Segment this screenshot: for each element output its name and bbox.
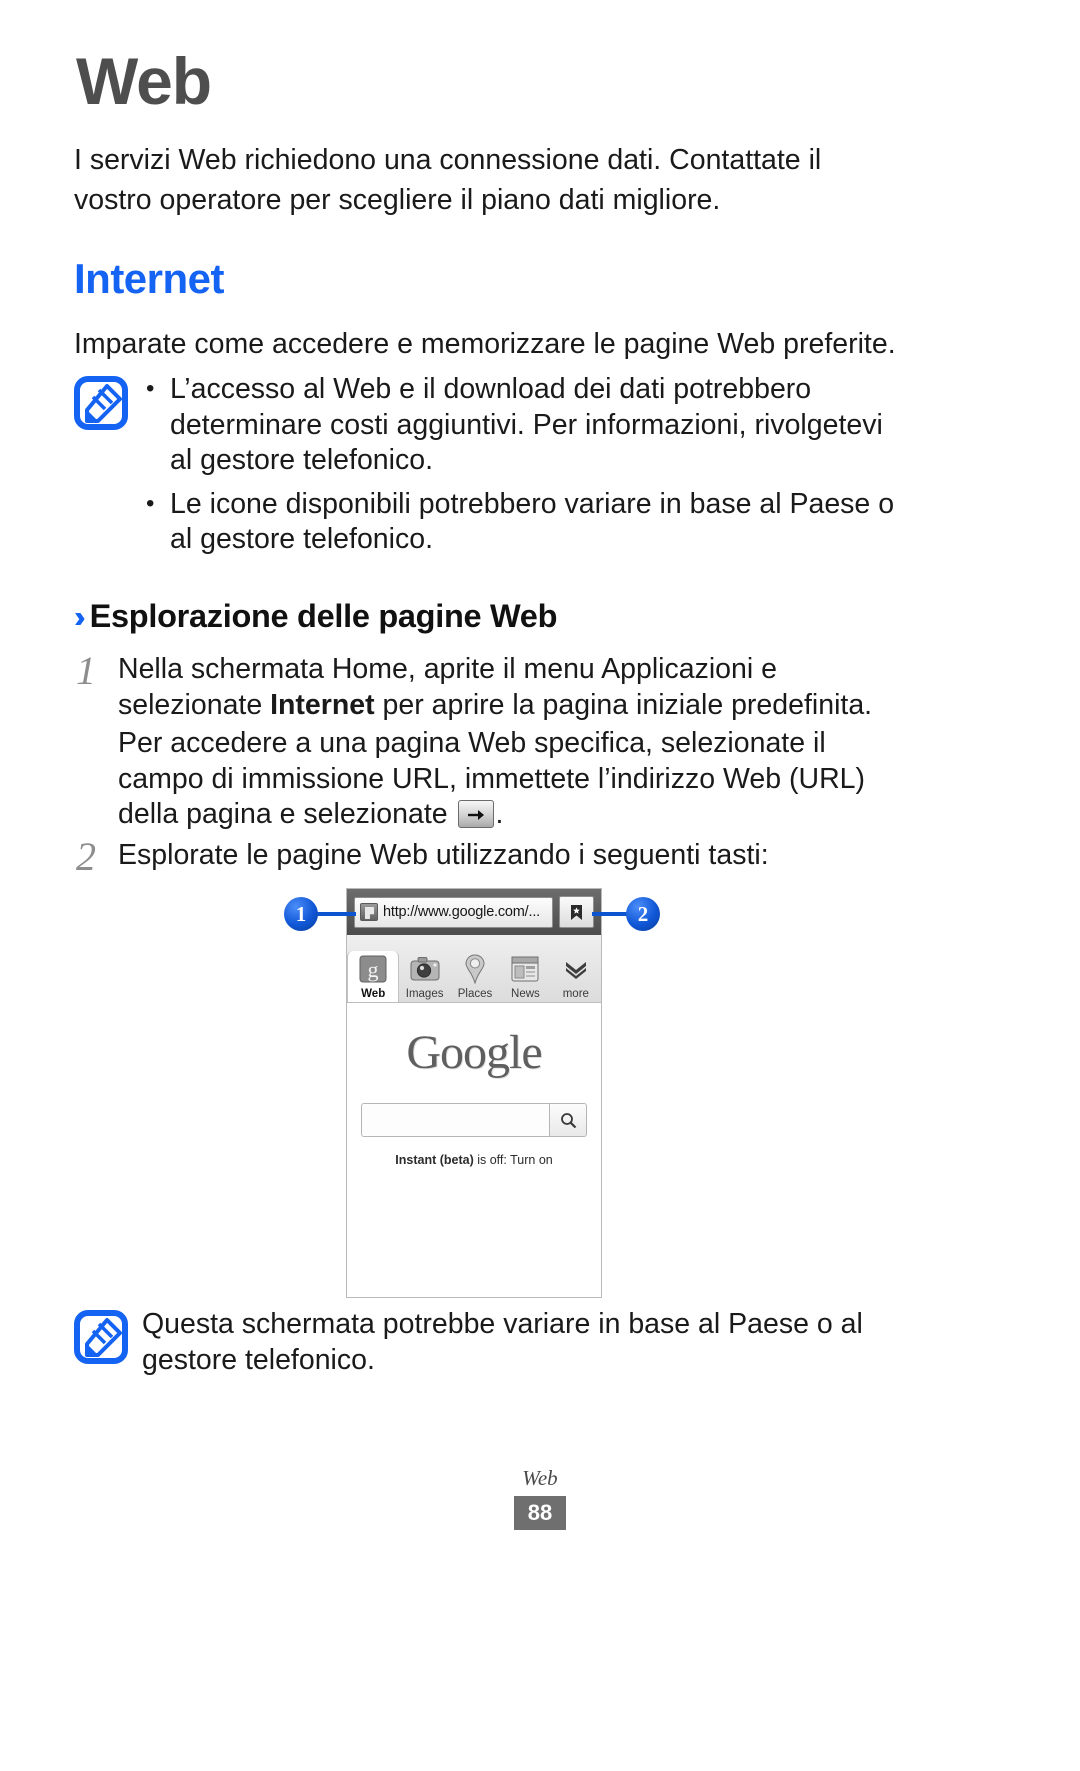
url-text: http://www.google.com/... (383, 904, 540, 920)
section-heading-internet: Internet (74, 255, 225, 302)
tab-images[interactable]: Images (399, 951, 449, 1002)
note-pencil-icon (74, 376, 128, 430)
google-search-row (361, 1103, 587, 1137)
browser-mock: http://www.google.com/... g Web Images P… (346, 888, 602, 1298)
chevron-double-right-icon: ›› (74, 599, 85, 634)
tab-news[interactable]: News (500, 951, 550, 1002)
section-lead-text: Imparate come accedere e memorizzare le … (74, 328, 896, 360)
step-1: 1 Nella schermata Home, aprite il menu A… (70, 648, 910, 833)
note-block-bottom: Questa schermata potrebbe variare in bas… (74, 1306, 904, 1378)
google-homepage: Google Instant (beta) is off: Turn on Si… (347, 1003, 601, 1297)
step-2: 2 Esplorate le pagine Web utilizzando i … (70, 834, 910, 879)
go-arrow-key-icon (457, 800, 494, 828)
bookmark-star-icon (571, 904, 582, 920)
callout-1-leader-line (316, 912, 356, 916)
note-pencil-icon (74, 1310, 128, 1364)
step-line-after: per aprire la pagina iniziale predefinit… (374, 688, 873, 721)
page-favicon-icon (360, 903, 378, 921)
step-line: Esplorate le pagine Web utilizzando i se… (118, 839, 769, 871)
chevron-double-down-icon (551, 951, 601, 987)
url-field[interactable]: http://www.google.com/... (354, 896, 553, 928)
google-g-icon: g (348, 951, 398, 987)
instant-prefix: Instant (beta) (395, 1153, 474, 1167)
tab-label: Images (405, 988, 444, 1000)
instant-suffix: is off: Turn on (473, 1153, 553, 1167)
footer-chapter-label: Web (522, 1466, 558, 1490)
tab-places[interactable]: Places (450, 951, 500, 1002)
bookmark-button[interactable] (559, 896, 594, 928)
tab-label: more (562, 988, 589, 1000)
search-input[interactable] (361, 1103, 549, 1137)
intro-paragraph: I servizi Web richiedono una connessione… (74, 144, 822, 216)
browser-tabs-row: g Web Images Places News more (347, 935, 601, 1003)
svg-text:g: g (368, 957, 379, 982)
instant-status: Instant (beta) is off: Turn on (347, 1153, 601, 1167)
step-line: Nella schermata Home, aprite il menu App… (118, 652, 910, 723)
footer-page-number: 88 (514, 1496, 566, 1530)
manual-page: Web I servizi Web richiedono una conness… (0, 0, 1080, 1771)
note-list: L’accesso al Web e il download dei dati … (142, 371, 904, 558)
step-line-bold: Internet (270, 688, 375, 721)
camera-icon (399, 951, 449, 987)
subsection-heading-label: Esplorazione delle pagine Web (89, 598, 558, 634)
note-item: L’accesso al Web e il download dei dati … (142, 371, 904, 479)
step-line-after: . (495, 798, 504, 830)
magnifier-icon (560, 1112, 576, 1128)
step-text: Esplorate le pagine Web utilizzando i se… (118, 838, 910, 874)
note-text: Questa schermata potrebbe variare in bas… (142, 1308, 863, 1376)
step-text: Nella schermata Home, aprite il menu App… (118, 652, 910, 833)
tab-label: News (511, 988, 540, 1000)
map-pin-icon (450, 951, 500, 987)
newspaper-icon (500, 951, 550, 987)
google-logo: Google (406, 1026, 542, 1079)
search-button[interactable] (549, 1103, 587, 1137)
callout-2: 2 (626, 897, 660, 931)
tab-web[interactable]: g Web (347, 951, 400, 1002)
note-block-top: L’accesso al Web e il download dei dati … (74, 371, 904, 558)
note-body: L’accesso al Web e il download dei dati … (142, 371, 904, 558)
tab-label: Web (361, 988, 386, 1000)
tab-more[interactable]: more (551, 951, 601, 1002)
page-title: Web (76, 44, 212, 118)
subsection-heading: ›› Esplorazione delle pagine Web (74, 598, 557, 635)
step-line: Per accedere a una pagina Web specifica,… (118, 726, 910, 833)
note-body: Questa schermata potrebbe variare in bas… (142, 1306, 904, 1378)
step-number: 2 (76, 834, 96, 879)
tab-label: Places (457, 988, 493, 1000)
browser-url-bar: http://www.google.com/... (347, 889, 601, 935)
step-number: 1 (76, 648, 96, 693)
phone-screenshot-mockup: http://www.google.com/... g Web Images P… (346, 888, 602, 1298)
note-item: Le icone disponibili potrebbero variare … (142, 486, 904, 558)
callout-1: 1 (284, 897, 318, 931)
